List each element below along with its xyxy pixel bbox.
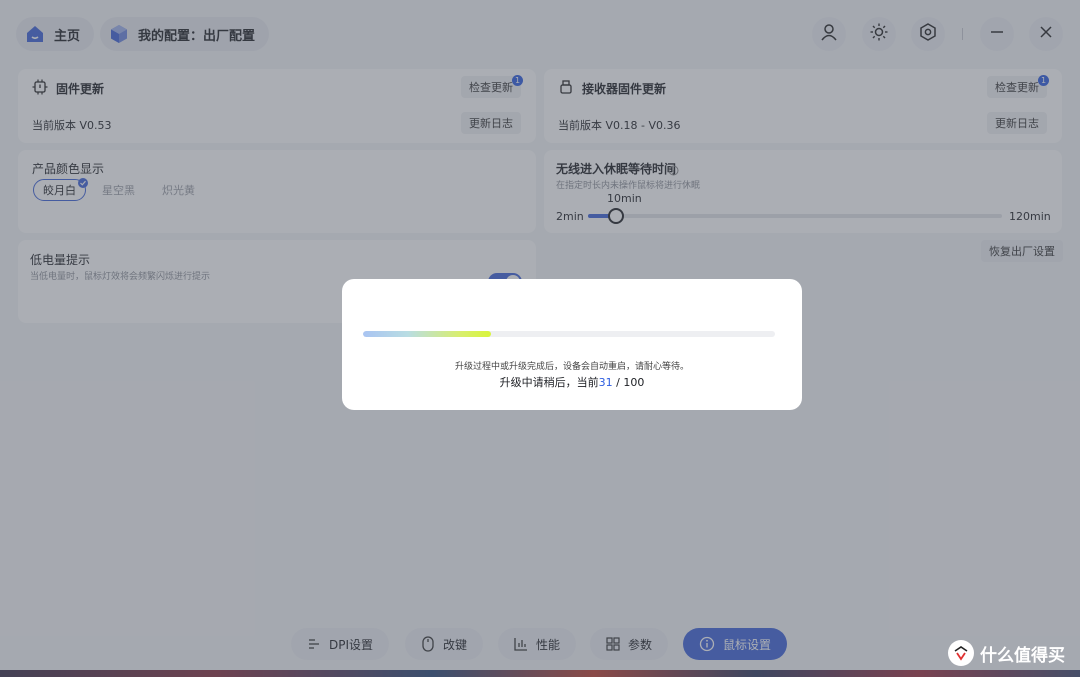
upgrade-progress-dialog: 升级过程中或升级完成后，设备会自动重启，请耐心等待。 升级中请稍后，当前31 /… bbox=[342, 279, 802, 410]
watermark-logo-icon bbox=[948, 640, 974, 666]
watermark: 什么值得买 bbox=[948, 640, 1065, 666]
upgrade-current: 31 bbox=[598, 376, 613, 389]
watermark-name: 什么值得买 bbox=[980, 645, 1065, 666]
upgrade-progress-bar bbox=[363, 331, 775, 337]
upgrade-status: 升级中请稍后，当前31 / 100 bbox=[342, 374, 802, 390]
upgrade-progress-fill bbox=[363, 331, 491, 337]
upgrade-status-prefix: 升级中请稍后，当前 bbox=[499, 376, 599, 389]
upgrade-note: 升级过程中或升级完成后，设备会自动重启，请耐心等待。 bbox=[454, 362, 689, 372]
upgrade-total: / 100 bbox=[616, 376, 645, 389]
